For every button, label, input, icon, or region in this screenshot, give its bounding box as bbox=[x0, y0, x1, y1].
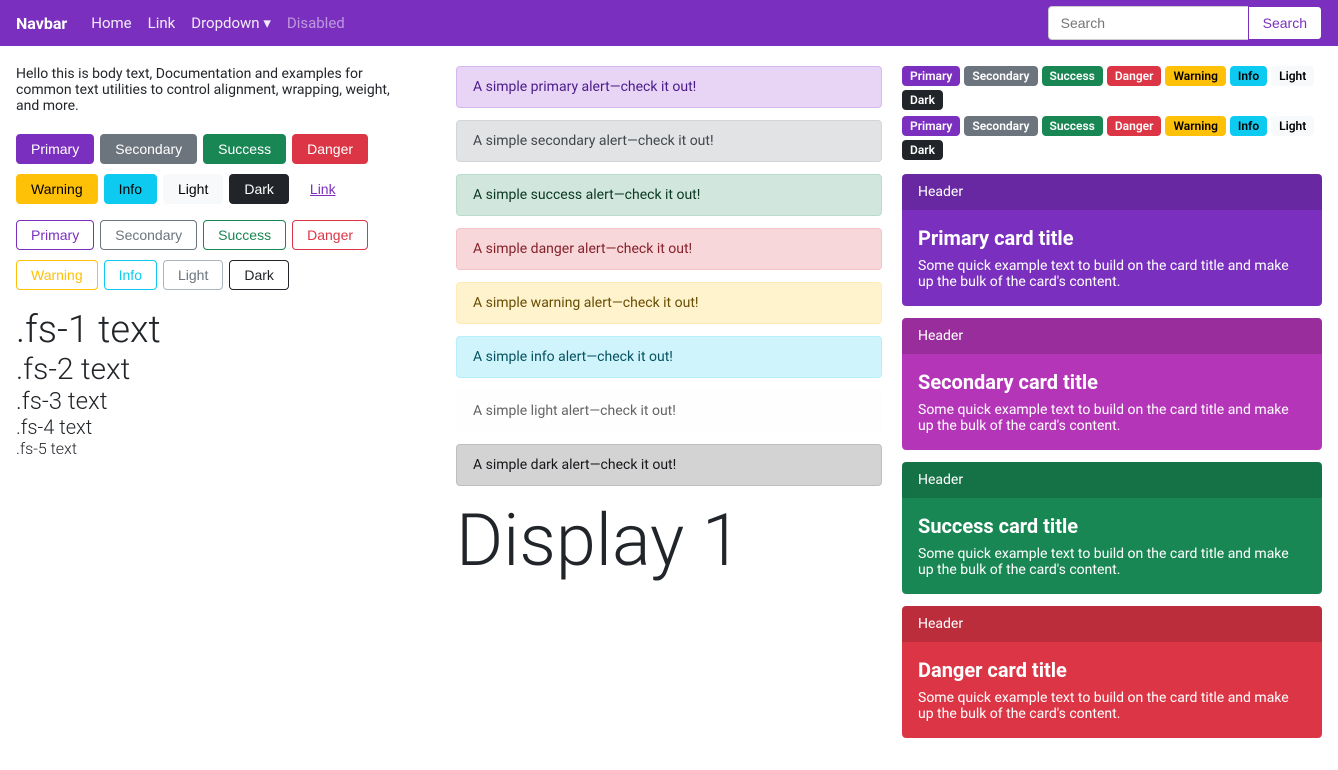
badge-dark-2: Dark bbox=[902, 140, 943, 160]
navbar-brand: Navbar bbox=[16, 14, 67, 33]
badge-light-2: Light bbox=[1271, 116, 1314, 136]
btn-light[interactable]: Light bbox=[163, 174, 223, 204]
badge-danger-1: Danger bbox=[1107, 66, 1162, 86]
font-size-section: .fs-1 text .fs-2 text .fs-3 text .fs-4 t… bbox=[16, 308, 416, 458]
card-primary: Header Primary card title Some quick exa… bbox=[902, 174, 1322, 306]
alert-dark: A simple dark alert—check it out! bbox=[456, 444, 882, 486]
fs-5-text: .fs-5 text bbox=[16, 439, 416, 458]
btn-outline-dark[interactable]: Dark bbox=[229, 260, 289, 290]
navbar-link-disabled: Disabled bbox=[287, 14, 345, 32]
card-secondary-title: Secondary card title bbox=[918, 370, 1306, 394]
card-danger-title: Danger card title bbox=[918, 658, 1306, 682]
btn-outline-danger[interactable]: Danger bbox=[292, 220, 368, 250]
alert-success: A simple success alert—check it out! bbox=[456, 174, 882, 216]
btn-outline-success[interactable]: Success bbox=[203, 220, 286, 250]
main-content: Hello this is body text, Documentation a… bbox=[0, 46, 1338, 770]
right-column: Primary Secondary Success Danger Warning… bbox=[902, 66, 1322, 750]
card-primary-title: Primary card title bbox=[918, 226, 1306, 250]
badge-light-1: Light bbox=[1271, 66, 1314, 86]
left-column: Hello this is body text, Documentation a… bbox=[16, 66, 436, 750]
alert-light: A simple light alert—check it out! bbox=[456, 390, 882, 432]
btn-outline-light[interactable]: Light bbox=[163, 260, 223, 290]
btn-info[interactable]: Info bbox=[104, 174, 157, 204]
alert-info: A simple info alert—check it out! bbox=[456, 336, 882, 378]
navbar-link-link[interactable]: Link bbox=[148, 14, 176, 32]
alert-primary: A simple primary alert—check it out! bbox=[456, 66, 882, 108]
card-success-text: Some quick example text to build on the … bbox=[918, 546, 1306, 578]
card-success-body: Success card title Some quick example te… bbox=[902, 498, 1322, 594]
badge-dark-1: Dark bbox=[902, 90, 943, 110]
fs-2-text: .fs-2 text bbox=[16, 352, 416, 387]
card-danger-text: Some quick example text to build on the … bbox=[918, 690, 1306, 722]
navbar-search: Search bbox=[1048, 6, 1322, 40]
card-primary-header: Header bbox=[902, 174, 1322, 210]
card-primary-text: Some quick example text to build on the … bbox=[918, 258, 1306, 290]
fs-4-text: .fs-4 text bbox=[16, 415, 416, 439]
badge-info-1: Info bbox=[1230, 66, 1267, 86]
btn-outline-warning[interactable]: Warning bbox=[16, 260, 98, 290]
card-success-title: Success card title bbox=[918, 514, 1306, 538]
badge-primary-1: Primary bbox=[902, 66, 960, 86]
card-danger: Header Danger card title Some quick exam… bbox=[902, 606, 1322, 738]
alert-warning: A simple warning alert—check it out! bbox=[456, 282, 882, 324]
outline-buttons-row2: Warning Info Light Dark bbox=[16, 260, 416, 290]
badge-row-2: Primary Secondary Success Danger Warning… bbox=[902, 116, 1322, 160]
btn-success[interactable]: Success bbox=[203, 134, 286, 164]
fs-3-text: .fs-3 text bbox=[16, 387, 416, 415]
card-secondary-text: Some quick example text to build on the … bbox=[918, 402, 1306, 434]
badge-info-2: Info bbox=[1230, 116, 1267, 136]
btn-primary[interactable]: Primary bbox=[16, 134, 94, 164]
badge-success-2: Success bbox=[1042, 116, 1103, 136]
card-danger-body: Danger card title Some quick example tex… bbox=[902, 642, 1322, 738]
btn-secondary[interactable]: Secondary bbox=[100, 134, 197, 164]
btn-warning[interactable]: Warning bbox=[16, 174, 98, 204]
navbar-link-home[interactable]: Home bbox=[91, 14, 131, 32]
solid-buttons-row2: Warning Info Light Dark Link bbox=[16, 174, 416, 204]
btn-outline-info[interactable]: Info bbox=[104, 260, 157, 290]
btn-dark[interactable]: Dark bbox=[229, 174, 289, 204]
fs-1-text: .fs-1 text bbox=[16, 308, 416, 352]
badge-secondary-2: Secondary bbox=[964, 116, 1037, 136]
badge-primary-2: Primary bbox=[902, 116, 960, 136]
btn-danger[interactable]: Danger bbox=[292, 134, 368, 164]
badge-danger-2: Danger bbox=[1107, 116, 1162, 136]
badge-row-1: Primary Secondary Success Danger Warning… bbox=[902, 66, 1322, 110]
navbar-dropdown[interactable]: Dropdown ▾ bbox=[191, 14, 271, 32]
badge-warning-1: Warning bbox=[1165, 66, 1225, 86]
badge-success-1: Success bbox=[1042, 66, 1103, 86]
badge-warning-2: Warning bbox=[1165, 116, 1225, 136]
chevron-down-icon: ▾ bbox=[263, 14, 271, 32]
card-danger-header: Header bbox=[902, 606, 1322, 642]
display-1-text: Display 1 bbox=[456, 498, 882, 583]
btn-link[interactable]: Link bbox=[295, 174, 351, 204]
solid-buttons-row1: Primary Secondary Success Danger bbox=[16, 134, 416, 164]
card-primary-body: Primary card title Some quick example te… bbox=[902, 210, 1322, 306]
card-success-header: Header bbox=[902, 462, 1322, 498]
alert-danger: A simple danger alert—check it out! bbox=[456, 228, 882, 270]
body-text: Hello this is body text, Documentation a… bbox=[16, 66, 416, 114]
btn-outline-secondary[interactable]: Secondary bbox=[100, 220, 197, 250]
search-input[interactable] bbox=[1048, 6, 1248, 40]
card-secondary-body: Secondary card title Some quick example … bbox=[902, 354, 1322, 450]
middle-column: A simple primary alert—check it out! A s… bbox=[436, 66, 902, 750]
card-secondary: Header Secondary card title Some quick e… bbox=[902, 318, 1322, 450]
btn-outline-primary[interactable]: Primary bbox=[16, 220, 94, 250]
navbar: Navbar Home Link Dropdown ▾ Disabled Sea… bbox=[0, 0, 1338, 46]
search-button[interactable]: Search bbox=[1248, 6, 1322, 40]
badge-secondary-1: Secondary bbox=[964, 66, 1037, 86]
card-success: Header Success card title Some quick exa… bbox=[902, 462, 1322, 594]
outline-buttons-row1: Primary Secondary Success Danger bbox=[16, 220, 416, 250]
alert-secondary: A simple secondary alert—check it out! bbox=[456, 120, 882, 162]
card-secondary-header: Header bbox=[902, 318, 1322, 354]
